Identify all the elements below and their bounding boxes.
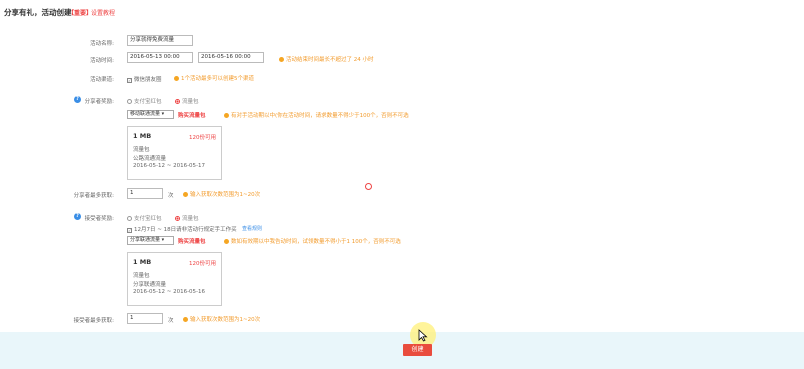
create-button[interactable]: 创建 [403, 344, 432, 356]
warning-icon [183, 191, 188, 197]
traffic-package-card[interactable]: 1 MB 120份可用 流量包 公路流通流量 2016-05-12 ~ 2016… [127, 126, 222, 180]
buy-traffic-link[interactable]: 购买流量包 [178, 111, 206, 119]
receiver-carrier-select[interactable]: 分享联通流量 ▾ [127, 236, 174, 245]
channel-label: 活动渠道: [90, 77, 114, 83]
warning-icon [174, 75, 179, 81]
receiver-limit-unit: 次 [168, 318, 174, 324]
start-time-input[interactable]: 2016-05-13 00:00 [127, 52, 193, 63]
package-name: 公路流通流量 [133, 156, 167, 162]
package-availability: 120份可用 [189, 135, 216, 141]
receiver-traffic-radio[interactable]: 流量包 [175, 214, 199, 222]
package-dates: 2016-05-12 ~ 2016-05-17 [133, 163, 206, 169]
page-title: 分享有礼，活动创建 [4, 8, 72, 17]
sharer-alipay-radio[interactable]: 支付宝红包 [127, 97, 162, 105]
package-size: 1 MB [133, 132, 152, 140]
end-time-input[interactable]: 2016-05-16 00:00 [198, 52, 264, 63]
package-name: 分享联通流量 [133, 282, 167, 288]
receiver-limit-tip: 输入获取次数范围为1~20次 [183, 315, 260, 323]
wechat-checkbox[interactable]: ✓ 微信朋友圈 [127, 75, 162, 83]
time-label: 活动时间: [90, 58, 114, 64]
package-type: 流量包 [133, 147, 150, 153]
receiver-alipay-radio[interactable]: 支付宝红包 [127, 214, 162, 222]
name-input[interactable]: 分享就得免费流量 [127, 35, 193, 46]
holiday-checkbox[interactable]: ✓ 12月7日 ~ 18日请非活动行规定手工作买 [127, 225, 237, 233]
warning-icon [224, 238, 229, 244]
channel-tip: 1个活动最多可以创建5个渠道 [174, 74, 254, 82]
receiver-limit-input[interactable]: 1 [127, 313, 163, 324]
sharer-reward-label: 分享者奖励: [84, 99, 114, 105]
package-dates: 2016-05-12 ~ 2016-05-16 [133, 289, 206, 295]
warning-icon [183, 316, 188, 322]
name-label: 活动名称: [90, 41, 114, 47]
buy-traffic-link-2[interactable]: 购买流量包 [178, 237, 206, 245]
sharer-traffic-radio[interactable]: 流量包 [175, 97, 199, 105]
form-panel: 活动名称: 分享就得免费流量 活动时间: 2016-05-13 00:00 20… [0, 25, 804, 332]
view-rules-link[interactable]: 查看规则 [242, 225, 262, 232]
important-tag: 【重要】 [68, 10, 93, 17]
page-header: 分享有礼，活动创建 【重要】 设置教程 [0, 0, 804, 25]
warning-icon [279, 56, 284, 62]
sharer-limit-input[interactable]: 1 [127, 188, 163, 199]
receiver-reward-tip: 数如有效期以中我告动时间，试领数量不得小于1 100个，否则不可选 [224, 237, 401, 245]
sharer-limit-label: 分享者最多获取: [73, 193, 114, 199]
mouse-cursor-icon [418, 329, 428, 342]
sharer-limit-tip: 输入获取次数范围为1~20次 [183, 190, 260, 198]
footer-bar [0, 332, 804, 369]
traffic-package-card-2[interactable]: 1 MB 120份可用 流量包 分享联通流量 2016-05-12 ~ 2016… [127, 252, 222, 306]
package-size: 1 MB [133, 258, 152, 266]
package-type: 流量包 [133, 273, 150, 279]
sharer-reward-tip: 有对手活动期以中(你在活动时间，请求数量不得少于100个，否则不可选 [224, 111, 409, 119]
sharer-carrier-select[interactable]: 移动联通流量 ▾ [127, 110, 174, 119]
receiver-reward-label: 接受者奖励: [84, 216, 114, 222]
receiver-limit-label: 接受者最多获取: [73, 318, 114, 324]
sharer-limit-unit: 次 [168, 193, 174, 199]
tutorial-link[interactable]: 设置教程 [91, 8, 115, 17]
click-indicator [365, 183, 372, 190]
warning-icon [224, 112, 229, 118]
package-availability: 120份可用 [189, 261, 216, 267]
time-tip: 活动结束时间最长不超过了 24 小时 [279, 55, 374, 63]
